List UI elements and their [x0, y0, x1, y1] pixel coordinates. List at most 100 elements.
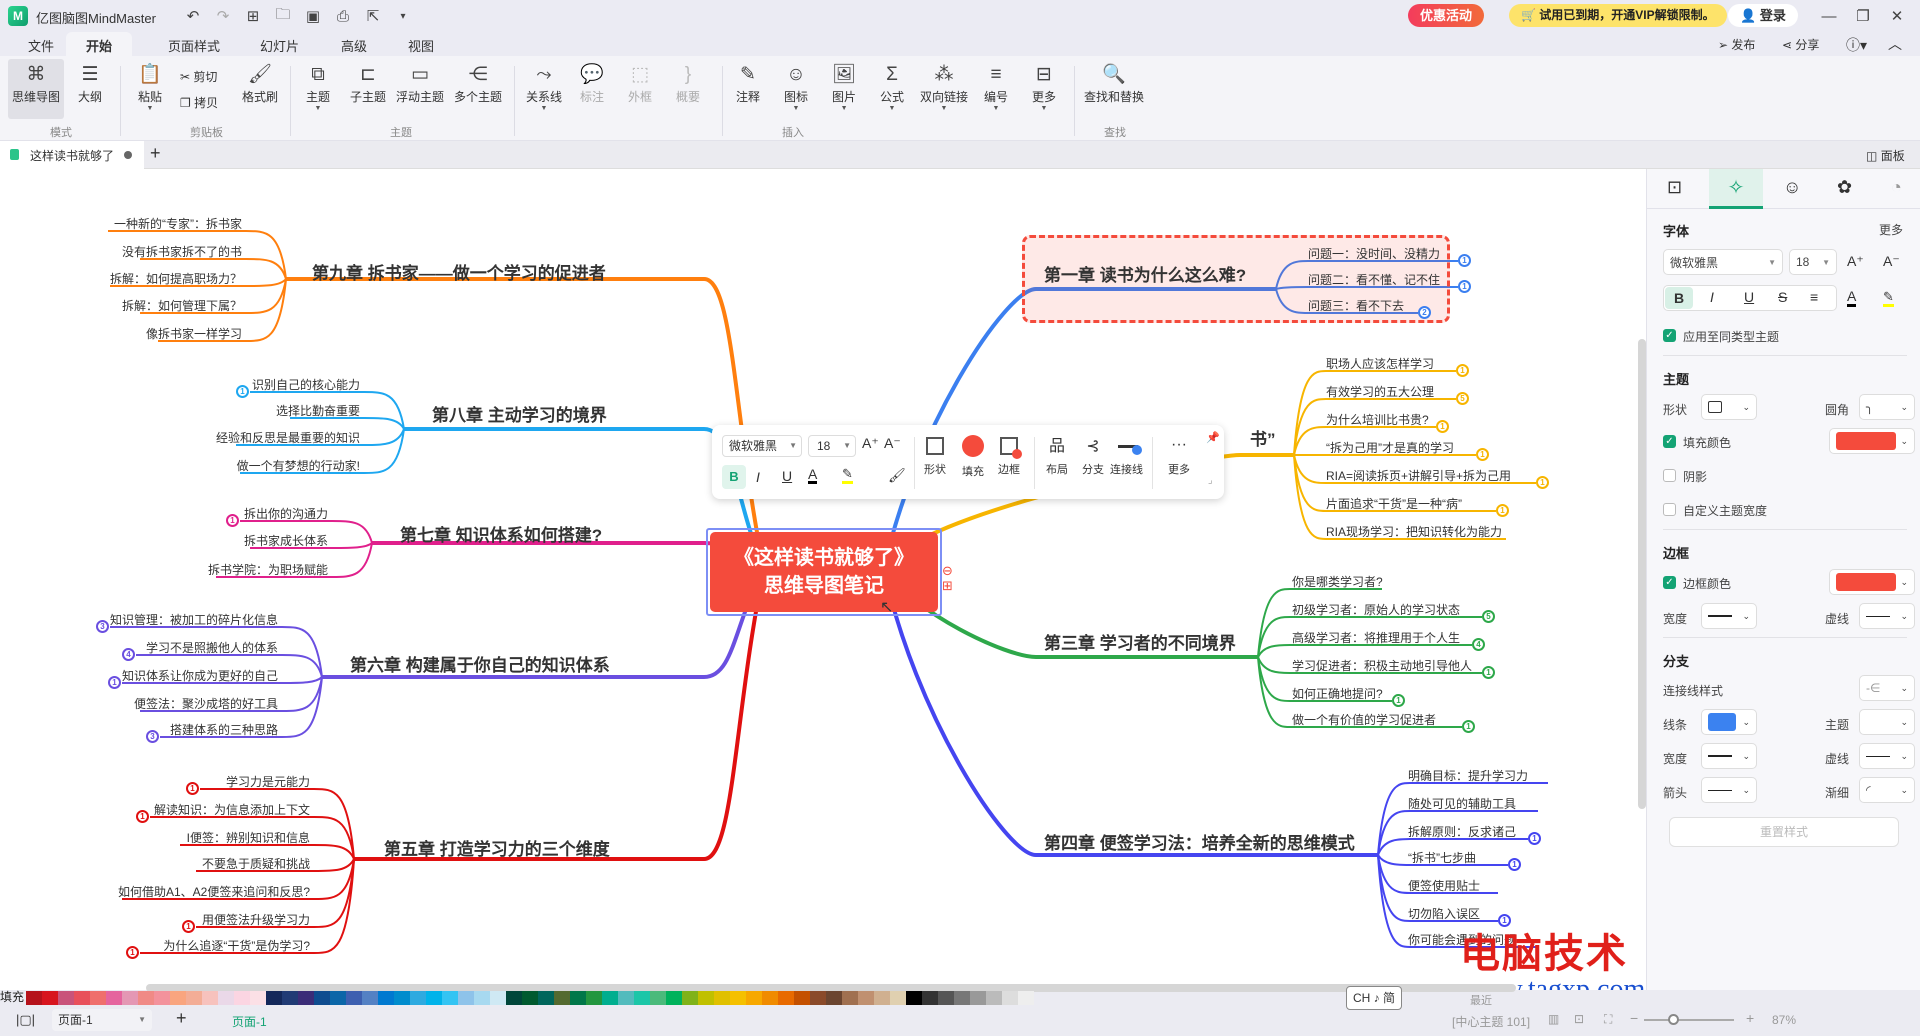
- subtopic[interactable]: 没有拆书家拆不了的书: [122, 243, 242, 260]
- icon-button[interactable]: ☺ 图标 ▼: [784, 62, 808, 113]
- note-count-badge[interactable]: 1: [1436, 420, 1449, 433]
- numbering-button[interactable]: ≡ 编号 ▼: [984, 62, 1008, 113]
- palette-swatch[interactable]: [410, 991, 426, 1005]
- shape-select[interactable]: ⌄: [1701, 394, 1757, 420]
- arrow-select[interactable]: ⌄: [1701, 777, 1757, 803]
- subtopic[interactable]: 片面追求“干货”是一种“病”: [1326, 495, 1462, 512]
- vip-banner[interactable]: 🛒 试用已到期，开通VIP解锁限制。: [1509, 4, 1727, 27]
- border-color-select[interactable]: ⌄: [1829, 569, 1915, 595]
- italic-icon[interactable]: I: [1710, 289, 1714, 305]
- border-dash-select[interactable]: ⌄: [1859, 603, 1915, 629]
- underline-icon[interactable]: U: [1744, 289, 1754, 305]
- shadow-checkbox[interactable]: [1663, 469, 1676, 482]
- palette-swatch[interactable]: [90, 991, 106, 1005]
- palette-swatch[interactable]: [282, 991, 298, 1005]
- subtopic[interactable]: 学习不是照搬他人的体系: [146, 639, 278, 656]
- icon-tab-icon[interactable]: ☺: [1783, 177, 1801, 198]
- palette-swatch[interactable]: [666, 991, 682, 1005]
- palette-swatch[interactable]: [250, 991, 266, 1005]
- palette-swatch[interactable]: [186, 991, 202, 1005]
- note-count-badge[interactable]: 4: [122, 648, 135, 661]
- page-list-icon[interactable]: |▢|: [16, 1012, 35, 1028]
- subtopic[interactable]: 解读知识：为信息添加上下文: [154, 801, 310, 818]
- palette-swatch[interactable]: [394, 991, 410, 1005]
- palette-swatch[interactable]: [826, 991, 842, 1005]
- style-tab-icon[interactable]: ✧: [1709, 169, 1763, 209]
- callout-button[interactable]: 💬 标注: [580, 62, 604, 105]
- vertical-scrollbar[interactable]: [1638, 339, 1646, 809]
- subtopic[interactable]: 随处可见的辅助工具: [1408, 795, 1516, 812]
- underline-icon[interactable]: U: [782, 468, 792, 484]
- add-page-icon[interactable]: +: [176, 1008, 187, 1029]
- subtopic[interactable]: 拆书家成长体系: [244, 532, 328, 549]
- mindmap-canvas[interactable]: 《这样读书就够了》 思维导图笔记 ⊖ ⊞ ↖ 第九章 拆书家——做一个学习的促进…: [0, 169, 1646, 999]
- central-topic[interactable]: 《这样读书就够了》 思维导图笔记: [710, 532, 938, 612]
- find-replace-button[interactable]: 🔍 查找和替换: [1084, 62, 1144, 105]
- note-count-badge[interactable]: 1: [182, 920, 195, 933]
- palette-swatch[interactable]: [506, 991, 522, 1005]
- increase-font-icon[interactable]: A⁺: [1847, 253, 1864, 270]
- unsaved-dot-icon[interactable]: [124, 151, 132, 159]
- bold-icon[interactable]: B: [722, 465, 746, 489]
- subtopic[interactable]: 知识管理：被加工的碎片化信息: [110, 611, 278, 628]
- note-count-badge[interactable]: 2: [1418, 306, 1431, 319]
- note-count-badge[interactable]: 5: [1482, 610, 1495, 623]
- branch-dash-select[interactable]: ⌄: [1859, 743, 1915, 769]
- palette-swatch[interactable]: [234, 991, 250, 1005]
- panel-font-select[interactable]: 微软雅黑 ▼: [1663, 249, 1783, 275]
- palette-swatch[interactable]: [698, 991, 714, 1005]
- zoom-slider-handle[interactable]: [1668, 1014, 1679, 1025]
- subtopic[interactable]: 拆解：如何提高职场力？: [110, 270, 242, 287]
- note-count-badge[interactable]: 1: [226, 514, 239, 527]
- subtopic[interactable]: 如何正确地提问?: [1292, 685, 1383, 702]
- border-color-checkbox[interactable]: ✓: [1663, 576, 1676, 589]
- paste-button[interactable]: 📋 粘贴 ▼: [138, 62, 162, 113]
- note-count-badge[interactable]: 1: [236, 385, 249, 398]
- note-count-badge[interactable]: 1: [1392, 694, 1405, 707]
- shape-button[interactable]: 形状: [924, 433, 946, 477]
- subtopic-button[interactable]: ⊏ 子主题: [350, 62, 386, 105]
- note-count-badge[interactable]: 5: [1456, 392, 1469, 405]
- note-count-badge[interactable]: 1: [1456, 364, 1469, 377]
- subtopic[interactable]: 选择比勤奋重要: [276, 402, 360, 419]
- fill-color-checkbox[interactable]: ✓: [1663, 435, 1676, 448]
- note-count-badge[interactable]: 1: [1458, 254, 1471, 267]
- palette-swatch[interactable]: [170, 991, 186, 1005]
- chapter-topic[interactable]: 第四章 便签学习法：培养全新的思维模式: [1044, 829, 1355, 854]
- topic-button[interactable]: ⧉ 主题 ▼: [306, 62, 330, 113]
- subtopic[interactable]: 为什么培训比书贵?: [1326, 411, 1429, 428]
- palette-swatch[interactable]: [1002, 991, 1018, 1005]
- chapter-topic[interactable]: 第九章 拆书家——做一个学习的促进者: [312, 259, 606, 284]
- palette-swatch[interactable]: [490, 991, 506, 1005]
- subtopic[interactable]: 经验和反思是最重要的知识: [216, 429, 360, 446]
- page-select[interactable]: 页面-1 ▼: [52, 1009, 152, 1031]
- more-options-button[interactable]: ··· 更多: [1168, 433, 1190, 477]
- collapse-icon[interactable]: ⊖: [942, 563, 953, 579]
- export-icon[interactable]: ⇱: [362, 5, 384, 27]
- subtopic[interactable]: 学习促进者：积极主动地引导他人: [1292, 657, 1472, 674]
- outline-mode-button[interactable]: ☰ 大纲: [78, 62, 102, 105]
- palette-swatch[interactable]: [762, 991, 778, 1005]
- note-count-badge[interactable]: 3: [146, 730, 159, 743]
- tab-view[interactable]: 视图: [408, 36, 434, 55]
- zoom-out-icon[interactable]: −: [1630, 1010, 1638, 1026]
- note-button[interactable]: ✎ 注释: [736, 62, 760, 105]
- palette-swatch[interactable]: [650, 991, 666, 1005]
- highlight-icon[interactable]: ✎: [842, 467, 853, 484]
- palette-swatch[interactable]: [378, 991, 394, 1005]
- subtopic[interactable]: 高级学习者：将推理用于个人生: [1292, 629, 1460, 646]
- palette-swatch[interactable]: [922, 991, 938, 1005]
- note-count-badge[interactable]: 1: [1462, 720, 1475, 733]
- doc-tab[interactable]: 这样读书就够了: [0, 141, 144, 169]
- summary-button[interactable]: } 概要: [676, 62, 700, 105]
- subtopic[interactable]: 知识体系让你成为更好的自己: [122, 667, 278, 684]
- mindmap-mode-button[interactable]: ⌘ 思维导图: [12, 62, 60, 105]
- decrease-font-icon[interactable]: A⁻: [884, 435, 901, 452]
- subtopic[interactable]: RIA=阅读拆页+讲解引导+拆为己用: [1326, 467, 1511, 484]
- new-tab-icon[interactable]: +: [150, 143, 161, 164]
- palette-swatch[interactable]: [106, 991, 122, 1005]
- chapter-topic[interactable]: 第一章 读书为什么这么难?: [1044, 261, 1246, 286]
- formula-button[interactable]: Σ 公式 ▼: [880, 62, 904, 113]
- palette-swatch[interactable]: [298, 991, 314, 1005]
- zoom-in-icon[interactable]: +: [1746, 1010, 1754, 1026]
